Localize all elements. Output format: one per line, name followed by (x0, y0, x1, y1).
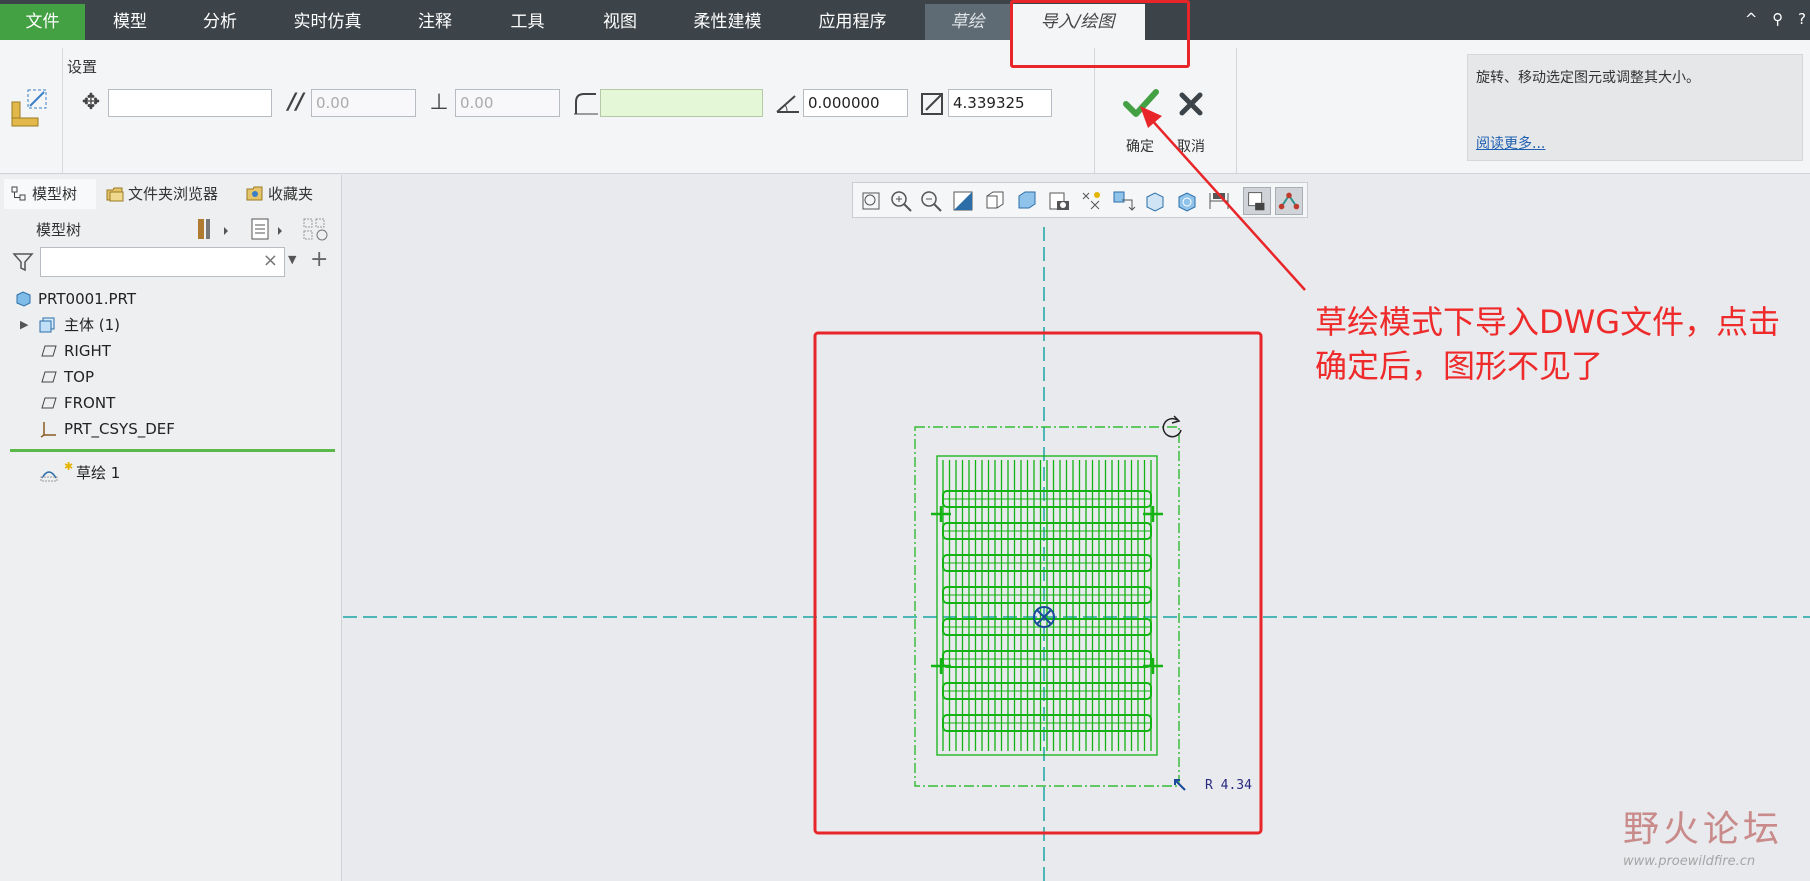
tab-live-simulation[interactable]: 实时仿真 (265, 4, 390, 40)
perpendicular-icon: ⊥ (429, 90, 449, 115)
angle-field[interactable]: 0.000000 (803, 89, 908, 117)
chevron-down-icon[interactable]: ▼ (288, 253, 296, 266)
tree-item-label: FRONT (64, 394, 116, 412)
scale-readout: R 4.34 (1205, 778, 1252, 793)
tab-annotate[interactable]: 注释 (390, 4, 480, 40)
tab-analysis[interactable]: 分析 (175, 4, 265, 40)
tree-title: 模型树 (36, 221, 82, 239)
menu-bar: 文件 模型 分析 实时仿真 注释 工具 视图 柔性建模 应用程序 草绘 导入/绘… (0, 0, 1810, 40)
help-text: 旋转、移动选定图元或调整其大小。 (1476, 70, 1700, 86)
cancel-button[interactable]: 取消 (1163, 80, 1219, 170)
expand-icon[interactable]: ▶ (20, 313, 28, 337)
tree-item-label: PRT0001.PRT (38, 290, 137, 308)
tree-item-label: TOP (64, 368, 95, 386)
tab-model[interactable]: 模型 (85, 4, 175, 40)
watermark-brand: 野火论坛 (1623, 809, 1784, 850)
ok-button[interactable]: 确定 (1112, 80, 1168, 170)
tab-view[interactable]: 视图 (575, 4, 665, 40)
watermark: 野火论坛 www.proewildfire.cn (1623, 800, 1783, 869)
tab-flexible-modeling[interactable]: 柔性建模 (665, 4, 790, 40)
offset-field[interactable] (600, 89, 763, 117)
angle-icon (776, 95, 799, 113)
insert-here-divider[interactable] (10, 449, 335, 452)
divider (62, 48, 63, 173)
cancel-label: 取消 (1177, 139, 1205, 155)
tree-item-label: 主体 (1) (64, 316, 121, 334)
highlight-box (813, 331, 1263, 835)
tree-item-label: 草绘 1 (76, 464, 121, 482)
scale-icon (921, 93, 943, 115)
datum-plane-icon (41, 345, 57, 357)
panel-tabs: 模型树 文件夹浏览器 收藏夹 (0, 175, 342, 211)
tab-folder-browser[interactable]: 文件夹浏览器 (100, 179, 230, 209)
sketch-drawing: R 4.34 (343, 227, 1810, 881)
move-icon: ✥ (81, 90, 101, 115)
left-panel: 模型树 文件夹浏览器 收藏夹 模型树 × ▼ + PRT0001.PRT ▶ 主… (0, 175, 342, 881)
tab-applications[interactable]: 应用程序 (790, 4, 915, 40)
imported-geometry[interactable] (931, 455, 1163, 756)
clear-icon[interactable]: × (263, 250, 278, 271)
graphics-canvas[interactable]: R 4.34 (343, 175, 1810, 881)
hide-columns-icon[interactable] (300, 215, 340, 243)
new-feature-icon: ✱ (64, 460, 74, 473)
divider (1236, 48, 1237, 173)
datum-plane-icon (41, 397, 57, 409)
annotation-text: 草绘模式下导入DWG文件，点击确定后，图形不见了 (1315, 303, 1781, 385)
read-more-link[interactable]: 阅读更多... (1476, 133, 1545, 153)
perpendicular-field[interactable]: 0.00 (455, 89, 560, 117)
tab-tools[interactable]: 工具 (480, 4, 575, 40)
ok-label: 确定 (1126, 139, 1154, 155)
csys-icon (40, 422, 56, 438)
move-field[interactable] (108, 89, 272, 117)
tab-model-tree[interactable]: 模型树 (4, 179, 96, 209)
parallel-field[interactable]: 0.00 (311, 89, 416, 117)
part-icon (16, 291, 31, 307)
tools-icon[interactable] (194, 215, 234, 243)
tab-sketch[interactable]: 草绘 (925, 4, 1010, 40)
watermark-url: www.proewildfire.cn (1623, 854, 1756, 869)
highlight-box-tab (1010, 0, 1190, 68)
tree-item-label: RIGHT (64, 342, 111, 360)
search-input[interactable]: × (40, 247, 285, 277)
folder-icon (106, 187, 124, 202)
help-box: 旋转、移动选定图元或调整其大小。 阅读更多... (1467, 54, 1803, 161)
sketch-icon (40, 471, 58, 482)
collapse-ribbon-icon[interactable]: ^ (1745, 10, 1758, 28)
rotate-handle-icon[interactable] (1162, 415, 1182, 438)
group-label-settings: 设置 (67, 58, 98, 76)
checkmark-icon (1123, 89, 1159, 117)
offset-icon (574, 93, 598, 115)
filter-icon[interactable] (12, 251, 34, 273)
add-icon[interactable]: + (310, 247, 328, 272)
tab-model-tree-label: 模型树 (32, 185, 78, 203)
search-help-icon[interactable]: ⚲ (1772, 10, 1783, 28)
transform-icon[interactable] (10, 88, 50, 128)
datum-plane-icon (41, 371, 57, 383)
body-icon (39, 317, 55, 333)
tree-icon (11, 186, 26, 201)
list-settings-icon[interactable] (248, 215, 288, 243)
window-controls: ^ ⚲ ? (1735, 10, 1806, 28)
tree-item-label: PRT_CSYS_DEF (64, 420, 175, 438)
help-icon[interactable]: ? (1798, 10, 1806, 28)
parallel-icon: // (287, 90, 305, 115)
favorites-folder-icon (246, 186, 263, 201)
scale-handle-icon[interactable] (1174, 779, 1186, 791)
close-icon (1179, 92, 1203, 116)
ribbon: 设置 ✥ // 0.00 ⊥ 0.00 0.000000 4.339325 确定… (0, 40, 1810, 174)
tab-favorites-label: 收藏夹 (268, 185, 314, 203)
tab-favorites[interactable]: 收藏夹 (240, 179, 330, 209)
tab-folder-browser-label: 文件夹浏览器 (128, 185, 219, 203)
scale-field[interactable]: 4.339325 (948, 89, 1052, 117)
tab-file[interactable]: 文件 (0, 4, 85, 40)
